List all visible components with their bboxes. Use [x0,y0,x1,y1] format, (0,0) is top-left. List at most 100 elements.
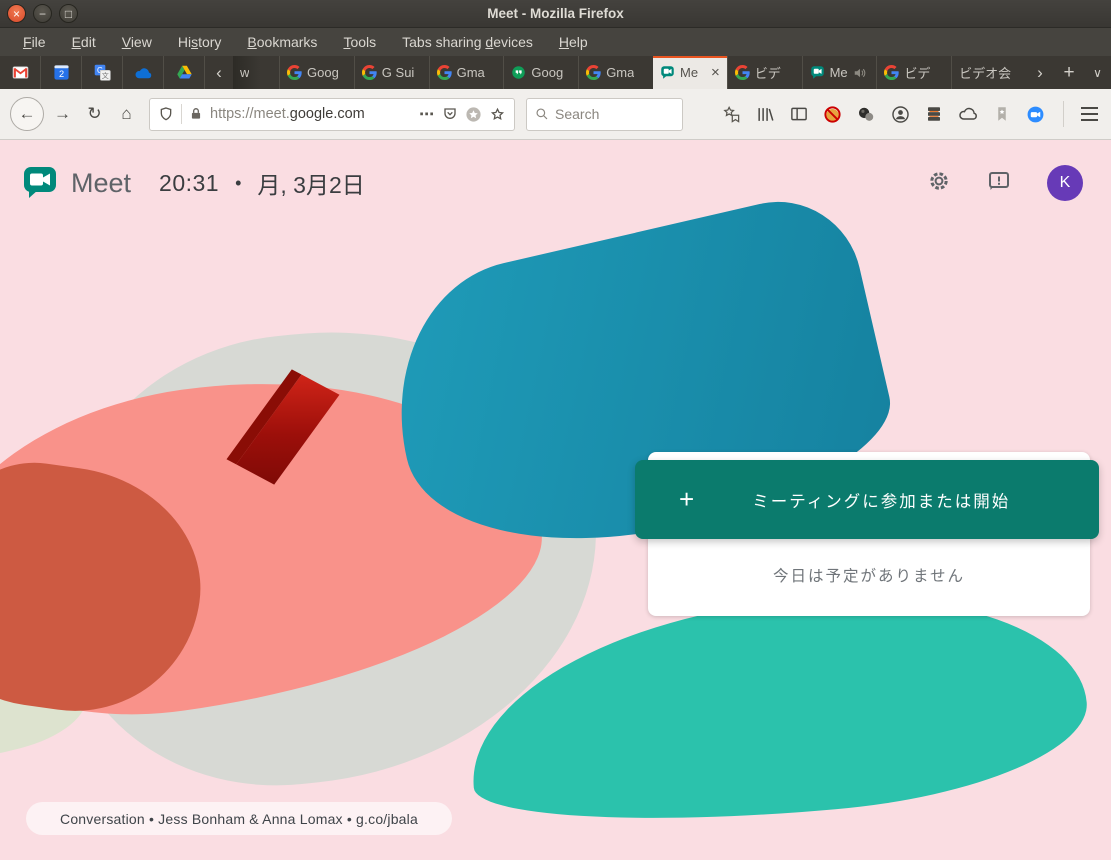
window-title: Meet - Mozilla Firefox [0,6,1111,21]
tab-scroll-left-button[interactable]: ‹ [205,56,233,89]
back-button[interactable]: ← [10,97,44,131]
pinned-tab-drive-icon[interactable] [164,56,205,89]
menu-tabs-sharing-devices[interactable]: Tabs sharing devices [391,31,544,53]
meet-brand-name: Meet [71,168,131,199]
menu-edit[interactable]: Edit [61,31,107,53]
artwork-caption-pill: Conversation • Jess Bonham & Anna Lomax … [26,802,452,835]
feedback-icon[interactable] [987,169,1011,198]
page-actions-icon[interactable]: ⋯ [419,105,435,123]
tab-label: Goog [531,65,563,80]
navigation-toolbar: ← → ↻ ⌂ https://meet.google.com ⋯ [0,89,1111,140]
list-all-tabs-button[interactable]: ∨ [1084,56,1111,89]
overflow-tab-label: w [240,65,249,80]
settings-gear-icon[interactable] [927,169,951,198]
tabbar: 2 G文 ‹ w Goog G Sui Gma Goog Gma Me × ビデ Me ビデ ビデオ会… [0,56,1111,89]
translate-icon: G文 [94,64,111,81]
account-avatar[interactable]: K [1047,165,1083,201]
pinned-tabs: 2 G文 [0,56,205,89]
meet-favicon-icon [810,65,825,80]
svg-text:文: 文 [101,71,108,80]
browser-tab[interactable]: Goog [503,56,578,89]
toolbar-extension-icons [722,104,1045,124]
tab-scroll-right-button[interactable]: › [1026,56,1054,89]
pinned-tab-calendar-icon[interactable]: 2 [41,56,82,89]
search-icon [535,107,549,121]
window-controls: × − □ [7,4,78,23]
search-input[interactable] [555,106,674,122]
browser-tab[interactable]: G Sui [354,56,429,89]
google-favicon-icon [437,65,452,80]
menubar: FileEditViewHistoryBookmarksToolsTabs sh… [0,28,1111,56]
meet-brand: Meet [22,163,131,204]
browser-tab-active[interactable]: Me × [653,56,727,89]
home-button[interactable]: ⌂ [113,104,140,124]
tab-label: ビデ [755,63,781,82]
hangouts-favicon-icon [511,65,526,80]
lock-icon[interactable] [189,107,203,121]
google-favicon-icon [884,65,899,80]
browser-tab[interactable]: Me [802,56,877,89]
disabled-bookmark-extension-icon[interactable] [993,105,1011,123]
window-minimize-button[interactable]: − [33,4,52,23]
bookmark-star-icon[interactable] [489,106,506,123]
pocket-icon[interactable] [442,106,458,122]
window-maximize-button[interactable]: □ [59,4,78,23]
google-favicon-icon [287,65,302,80]
menu-view[interactable]: View [111,31,163,53]
search-bar[interactable] [526,98,683,131]
onedrive-icon [134,64,152,82]
browser-tab[interactable]: Goog [279,56,354,89]
new-tab-button[interactable]: + [1054,56,1084,89]
pinned-tab-translate-icon[interactable]: G文 [82,56,123,89]
browser-tab[interactable]: ビデ [727,56,802,89]
star-banner-icon[interactable] [722,105,741,124]
url-bar[interactable]: https://meet.google.com ⋯ [149,98,515,131]
header-actions: K [927,165,1083,201]
account-extension-icon[interactable] [891,105,910,124]
browser-tab[interactable]: ビデオ会 [951,56,1026,89]
url-scheme: https://meet. [210,106,290,122]
meet-logo-icon [22,163,58,204]
zoom-extension-icon[interactable] [1026,105,1045,124]
tab-label: ビデ [904,63,930,82]
gmail-icon [12,64,29,81]
browser-tab[interactable]: Gma [578,56,653,89]
toolbar-separator [1063,101,1064,127]
library-icon[interactable] [756,105,775,124]
tab-label: Me [830,65,848,80]
date: 月, 3月2日 [257,166,364,200]
menu-tools[interactable]: Tools [332,31,387,53]
browser-tab[interactable]: Gma [429,56,504,89]
window-close-button[interactable]: × [7,4,26,23]
firefox-window: × − □ Meet - Mozilla Firefox FileEditVie… [0,0,1111,860]
tab-label: Gma [606,65,634,80]
tab-close-icon[interactable]: × [711,64,720,81]
menu-file[interactable]: File [12,31,57,53]
schedule-empty-text: 今日は予定がありません [648,564,1090,586]
spheres-extension-icon[interactable] [857,105,876,124]
menu-help[interactable]: Help [548,31,599,53]
forward-button[interactable]: → [49,104,76,124]
browser-tab[interactable]: ビデ [876,56,951,89]
site-star-badge-icon[interactable] [465,106,482,123]
menu-bookmarks[interactable]: Bookmarks [236,31,328,53]
cloud-extension-icon[interactable] [958,104,978,124]
join-or-start-meeting-button[interactable]: + ミーティングに参加または開始 [635,460,1099,539]
reload-button[interactable]: ↻ [81,104,108,124]
sidebar-icon[interactable] [790,105,808,123]
menu-icon[interactable] [1081,107,1098,121]
pinned-tab-gmail-icon[interactable] [0,56,41,89]
url-domain: google.com [290,106,365,122]
overflow-tab[interactable]: w [233,56,279,89]
google-favicon-icon [362,65,377,80]
content-blocker-icon[interactable] [823,105,842,124]
clock: 20:31 [159,170,219,197]
tab-label: G Sui [382,65,415,80]
menu-history[interactable]: History [167,31,233,53]
tab-stack-extension-icon[interactable] [925,105,943,123]
tracking-protection-shield-icon[interactable] [158,106,174,122]
tab-audio-icon[interactable] [853,66,867,80]
tab-label: Me [680,65,698,80]
pinned-tab-onedrive-icon[interactable] [123,56,164,89]
header-dot: • [235,173,241,194]
